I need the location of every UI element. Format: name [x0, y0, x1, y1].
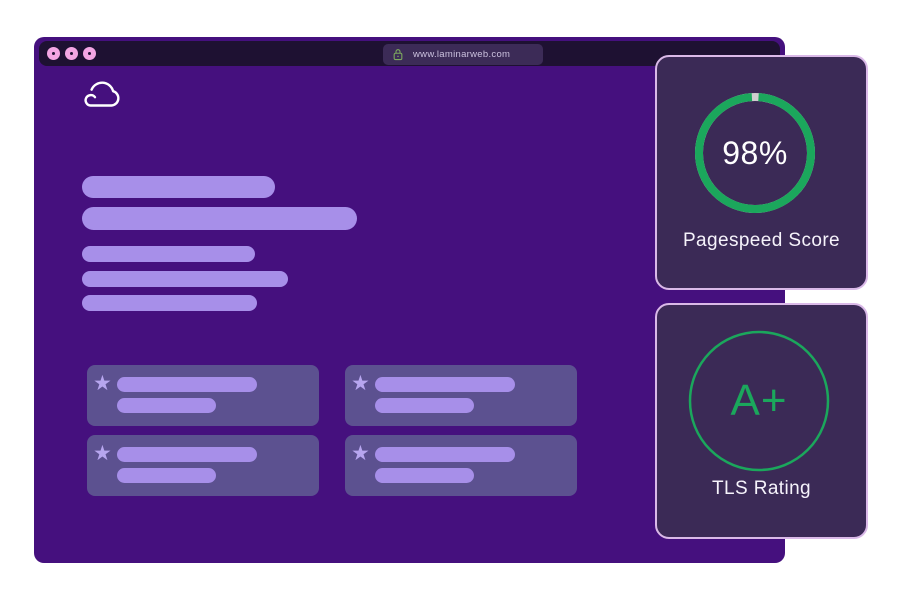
skeleton-heading-bar: [82, 176, 275, 198]
skeleton-text-bar: [117, 377, 257, 392]
skeleton-text-bar: [375, 398, 474, 413]
skeleton-text-bar: [117, 447, 257, 462]
skeleton-text-bar: [117, 398, 216, 413]
tls-label: TLS Rating: [657, 478, 866, 500]
cloud-logo-icon: [80, 80, 122, 115]
tls-value: A+: [687, 329, 831, 473]
testimonial-card: ★: [87, 435, 319, 496]
tls-card: A+ TLS Rating: [655, 303, 868, 539]
window-control-dot-icon[interactable]: [65, 47, 78, 60]
skeleton-text-bar: [375, 377, 515, 392]
skeleton-heading-bar: [82, 207, 357, 230]
pagespeed-value: 98%: [693, 91, 817, 215]
lock-icon: [393, 48, 403, 61]
star-icon: ★: [93, 443, 112, 464]
window-control-dot-icon[interactable]: [47, 47, 60, 60]
url-text: www.laminarweb.com: [413, 49, 510, 60]
testimonial-card: ★: [345, 435, 577, 496]
canvas: www.laminarweb.com ★ ★ ★: [0, 0, 900, 600]
window-control-dot-icon[interactable]: [83, 47, 96, 60]
skeleton-text-bar: [117, 468, 216, 483]
star-icon: ★: [351, 373, 370, 394]
address-bar[interactable]: www.laminarweb.com: [383, 44, 543, 65]
pagespeed-card: 98% Pagespeed Score: [655, 55, 868, 290]
skeleton-text-bar: [82, 271, 288, 287]
skeleton-text-bar: [375, 447, 515, 462]
star-icon: ★: [351, 443, 370, 464]
window-controls: [47, 41, 96, 66]
skeleton-text-bar: [82, 246, 255, 262]
pagespeed-label: Pagespeed Score: [657, 230, 866, 252]
skeleton-text-bar: [375, 468, 474, 483]
star-icon: ★: [93, 373, 112, 394]
testimonial-card: ★: [87, 365, 319, 426]
skeleton-text-bar: [82, 295, 257, 311]
testimonial-card: ★: [345, 365, 577, 426]
